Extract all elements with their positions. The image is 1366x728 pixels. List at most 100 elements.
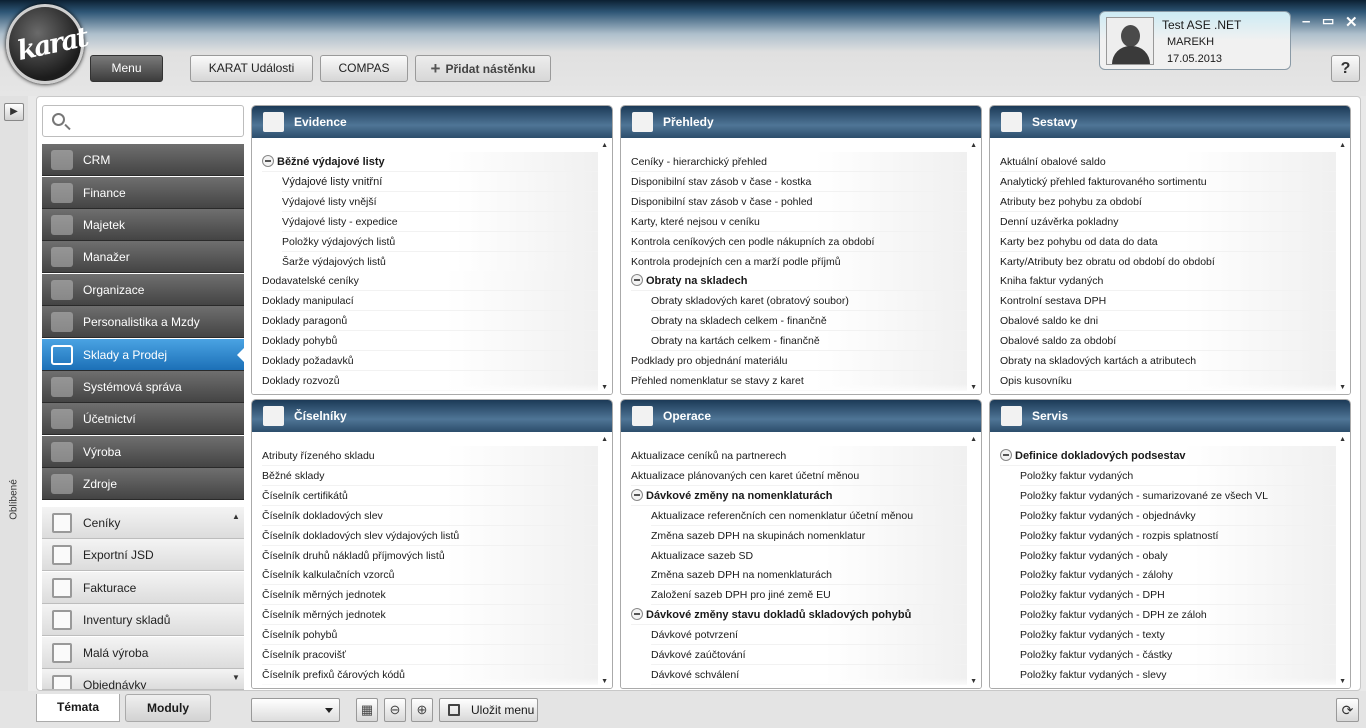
module-mala-vyroba[interactable]: Malá výroba	[42, 637, 244, 669]
collapse-icon[interactable]	[262, 155, 274, 167]
list-item[interactable]: Položky faktur vydaných	[1020, 465, 1336, 486]
list-item[interactable]: Založení sazeb DPH pro jiné země EU	[651, 585, 967, 606]
list-item[interactable]: Kontrola prodejních cen a marží podle př…	[631, 251, 967, 272]
list-item[interactable]: Obraty skladových karet (obratový soubor…	[651, 291, 967, 312]
tree-group[interactable]: Dávkové změny na nomenklaturách	[631, 485, 967, 506]
list-item[interactable]: Aktualizace sazeb SD	[651, 545, 967, 566]
list-item[interactable]: Disponibilní stav zásob v čase - pohled	[631, 191, 967, 212]
list-item[interactable]: Kontrola ceníkových cen podle nákupních …	[631, 231, 967, 252]
restore-icon[interactable]: ▭	[1322, 13, 1334, 29]
refresh-icon[interactable]: ⟳	[1336, 698, 1359, 722]
module-inventury-skladu[interactable]: Inventury skladů	[42, 604, 244, 636]
list-item[interactable]: Položky faktur vydaných - texty	[1020, 625, 1336, 646]
list-item[interactable]: Běžné sklady	[262, 465, 598, 486]
scroll-down-icon[interactable]: ▼	[970, 384, 977, 391]
list-item[interactable]: Obraty na skladech celkem - finančně	[651, 311, 967, 332]
scroll-down-icon[interactable]: ▼	[970, 678, 977, 685]
minimize-icon[interactable]: –	[1302, 13, 1310, 30]
module-ceniky[interactable]: Ceníky	[42, 507, 244, 539]
list-item[interactable]: Aktualizace referenčních cen nomenklatur…	[651, 505, 967, 526]
scroll-down-icon[interactable]: ▼	[601, 678, 608, 685]
tree-group[interactable]: Dávkové změny stavu dokladů skladových p…	[631, 605, 967, 626]
list-item[interactable]: Položky faktur vydaných - obaly	[1020, 545, 1336, 566]
list-item[interactable]: Dávkové zaúčtování	[651, 645, 967, 665]
list-item[interactable]: Položky faktur vydaných - zálohy	[1020, 565, 1336, 586]
list-item[interactable]: Karty, které nejsou v ceníku	[631, 211, 967, 232]
sidebar-item-organizace[interactable]: Organizace	[42, 274, 244, 306]
module-exportni-jsd[interactable]: Exportní JSD	[42, 539, 244, 571]
list-item[interactable]: Aktualizace ceníků na partnerech	[631, 446, 967, 466]
list-item[interactable]: Kniha faktur vydaných	[1000, 271, 1336, 292]
sidebar-item-crm[interactable]: CRM	[42, 144, 244, 176]
list-item[interactable]: Číselník pracovišť	[262, 645, 598, 665]
scroll-down-icon[interactable]: ▼	[1339, 678, 1346, 685]
list-item[interactable]: Změna sazeb DPH na nomenklaturách	[651, 565, 967, 586]
board-select[interactable]	[251, 698, 340, 722]
list-item[interactable]: Položky faktur vydaných - objednávky	[1020, 505, 1336, 526]
list-item[interactable]: Atributy řízeného skladu	[262, 446, 598, 466]
list-item[interactable]: Denní uzávěrka pokladny	[1000, 211, 1336, 232]
list-item[interactable]: Číselník pohybů	[262, 625, 598, 646]
list-item[interactable]: Výdajové listy vnější	[282, 191, 598, 212]
tab-temata[interactable]: Témata	[36, 694, 120, 722]
sidebar-item-vyroba[interactable]: Výroba	[42, 436, 244, 468]
list-item[interactable]: Položky faktur vydaných - sumarizované z…	[1020, 485, 1336, 506]
list-item[interactable]: Šarže výdajových listů	[282, 251, 598, 272]
list-item[interactable]: Doklady požadavků	[262, 351, 598, 371]
list-item[interactable]: Ceníky - hierarchický přehled	[631, 152, 967, 172]
list-item[interactable]: Dávkové potvrzení	[651, 625, 967, 646]
list-item[interactable]: Číselník dokladových slev	[262, 505, 598, 526]
sidebar-item-systemova-sprava[interactable]: Systémová správa	[42, 371, 244, 403]
list-item[interactable]: Obraty na skladových kartách a atributec…	[1000, 351, 1336, 371]
sidebar-item-zdroje[interactable]: Zdroje	[42, 468, 244, 500]
sidebar-item-manazer[interactable]: Manažer	[42, 241, 244, 273]
list-item[interactable]: Karty bez pohybu od data do data	[1000, 231, 1336, 252]
list-item[interactable]: Číselník měrných jednotek	[262, 605, 598, 626]
list-item[interactable]: Doklady paragonů	[262, 311, 598, 332]
list-item[interactable]: Doklady manipulací	[262, 291, 598, 312]
sidebar-item-majetek[interactable]: Majetek	[42, 209, 244, 241]
karat-events-button[interactable]: KARAT Události	[190, 55, 313, 82]
tree-group[interactable]: Obraty na skladech	[631, 271, 967, 292]
list-item[interactable]: Číselník měrných jednotek	[262, 585, 598, 606]
list-item[interactable]: Podklady pro objednání materiálu	[631, 351, 967, 371]
tree-group[interactable]: Běžné výdajové listy	[262, 152, 598, 172]
modules-scroll-up-icon[interactable]: ▲	[232, 512, 240, 521]
list-item[interactable]: Atributy bez pohybu za období	[1000, 191, 1336, 212]
menu-button[interactable]: Menu	[90, 55, 163, 82]
list-item[interactable]: Doklady pohybů	[262, 331, 598, 352]
scroll-up-icon[interactable]: ▲	[601, 142, 608, 149]
search-input[interactable]	[42, 105, 244, 137]
list-item[interactable]: Karty/Atributy bez obratu od období do o…	[1000, 251, 1336, 272]
collapse-icon[interactable]	[631, 274, 643, 287]
list-item[interactable]: Položky výdajových listů	[282, 231, 598, 252]
favorites-label[interactable]: Oblíbené	[9, 473, 20, 527]
sidebar-item-personalistika[interactable]: Personalistika a Mzdy	[42, 306, 244, 338]
list-item[interactable]: Dodavatelské ceníky	[262, 271, 598, 292]
karat-logo[interactable]: karat	[6, 4, 90, 84]
list-item[interactable]: Obalové saldo za období	[1000, 331, 1336, 352]
module-objednavky[interactable]: Objednávky	[42, 669, 244, 690]
help-button[interactable]: ?	[1331, 55, 1360, 82]
zoom-in-icon[interactable]: ⊕	[411, 698, 433, 722]
scroll-up-icon[interactable]: ▲	[601, 436, 608, 443]
scroll-down-icon[interactable]: ▼	[1339, 384, 1346, 391]
list-item[interactable]: Výdajové listy vnitřní	[282, 171, 598, 192]
collapse-icon[interactable]	[1000, 449, 1012, 461]
close-icon[interactable]: ✕	[1345, 13, 1358, 31]
compas-button[interactable]: COMPAS	[320, 55, 408, 82]
tab-moduly[interactable]: Moduly	[125, 694, 211, 722]
list-item[interactable]: Položky faktur vydaných - DPH ze záloh	[1020, 605, 1336, 626]
collapse-icon[interactable]	[631, 608, 643, 621]
grid-layout-icon[interactable]: ▦	[356, 698, 378, 722]
collapse-icon[interactable]	[631, 488, 643, 501]
scroll-up-icon[interactable]: ▲	[970, 142, 977, 149]
list-item[interactable]: Číselník certifikátů	[262, 485, 598, 506]
list-item[interactable]: Disponibilní stav zásob v čase - kostka	[631, 171, 967, 192]
sidebar-item-sklady-a-prodej[interactable]: Sklady a Prodej	[42, 339, 244, 371]
list-item[interactable]: Aktualizace plánovaných cen karet účetní…	[631, 465, 967, 486]
list-item[interactable]: Výdajové listy - expedice	[282, 211, 598, 232]
save-menu-button[interactable]: Uložit menu	[439, 698, 538, 722]
scroll-up-icon[interactable]: ▲	[970, 436, 977, 443]
add-board-button[interactable]: + Přidat nástěnku	[415, 55, 551, 82]
